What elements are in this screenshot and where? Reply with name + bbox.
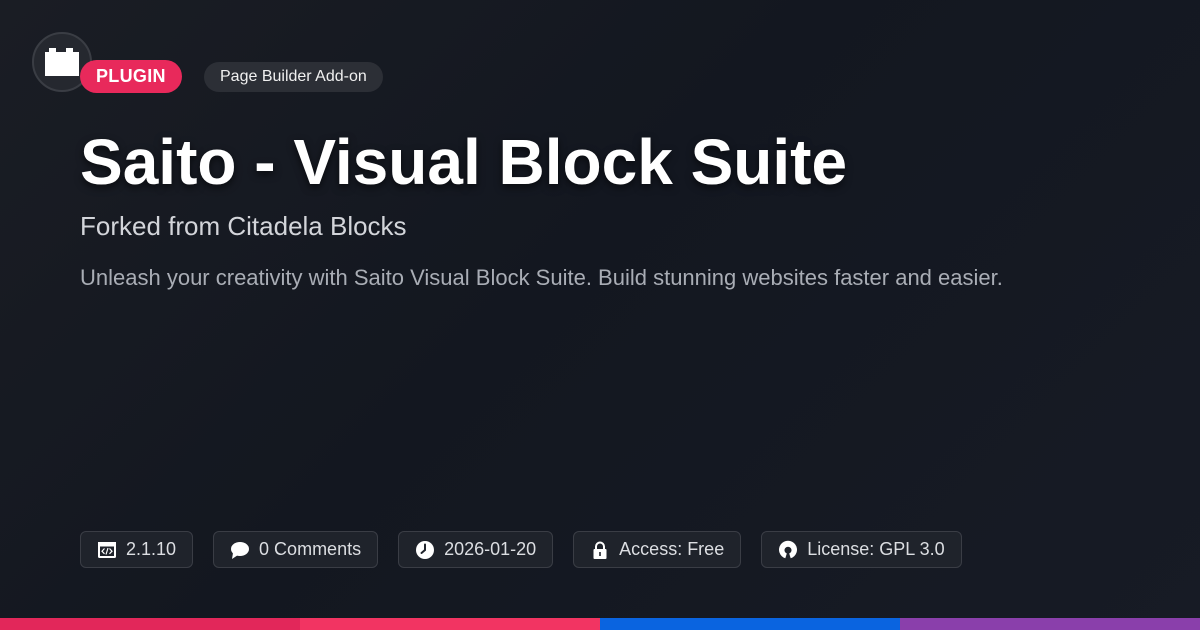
comments-text: 0 Comments: [259, 539, 362, 559]
building-block-icon: [45, 48, 79, 76]
license-text: License: GPL 3.0: [807, 539, 945, 559]
version-pill: 2.1.10: [80, 531, 194, 568]
comments-pill[interactable]: 0 Comments: [213, 531, 379, 568]
date-pill: 2026-01-20: [398, 531, 554, 568]
page-subtitle: Forked from Citadela Blocks: [80, 211, 407, 241]
chat-bubble-icon: [231, 541, 250, 559]
page-title: Saito - Visual Block Suite: [80, 126, 848, 198]
license-pill: License: GPL 3.0: [761, 531, 962, 568]
date-text: 2026-01-20: [444, 539, 537, 559]
page-description: Unleash your creativity with Saito Visua…: [80, 265, 1003, 290]
access-pill: Access: Free: [573, 531, 742, 568]
access-text: Access: Free: [619, 539, 725, 559]
type-badge: PLUGIN: [80, 60, 182, 93]
color-bar-segment: [600, 618, 900, 630]
version-text: 2.1.10: [126, 539, 177, 559]
color-bar-segment: [0, 618, 300, 630]
color-bar-segment: [300, 618, 600, 630]
code-window-icon: [98, 541, 116, 558]
category-badge[interactable]: Page Builder Add-on: [204, 62, 383, 92]
clock-icon: [416, 540, 435, 559]
color-bar: [0, 618, 1200, 630]
open-source-icon: [779, 540, 798, 558]
color-bar-segment: [900, 618, 1200, 630]
lock-icon: [593, 541, 607, 559]
meta-row: 2.1.10 0 Comments 2026-01-20 Access: Fre…: [80, 531, 962, 568]
